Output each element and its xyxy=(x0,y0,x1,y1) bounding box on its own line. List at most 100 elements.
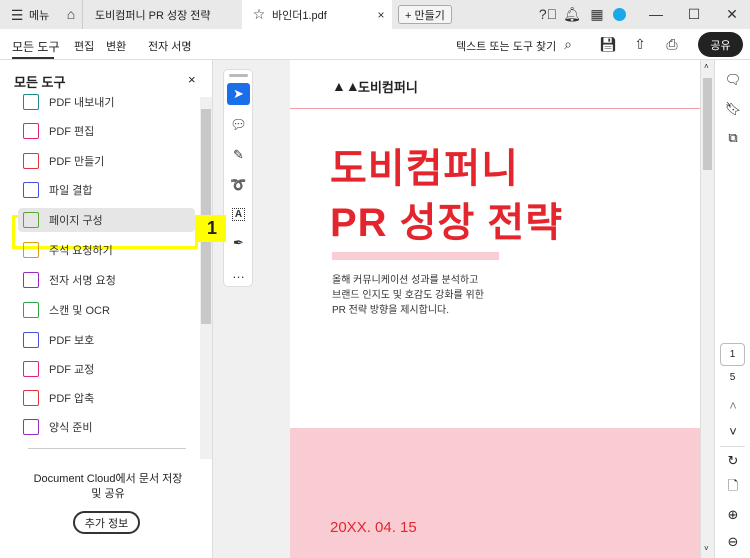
more-info-button[interactable]: 추가 정보 xyxy=(73,511,140,534)
fit-page-icon[interactable]: 🗋︎ xyxy=(724,478,742,497)
help-icon[interactable]: ?⃝ xyxy=(539,5,557,23)
drag-handle[interactable] xyxy=(229,74,248,77)
panel-title: 모든 도구 xyxy=(14,75,66,90)
tab-document[interactable]: 도비컴퍼니 PR 성장 전략 xyxy=(82,0,240,29)
star-icon[interactable]: ☆ xyxy=(250,6,268,24)
scan-ocr-icon xyxy=(23,302,39,318)
tool-item-request-esign[interactable]: 전자 서명 요청 xyxy=(18,268,195,292)
organize-pages-icon xyxy=(23,212,39,228)
scroll-up-icon[interactable]: ˄ xyxy=(704,62,709,71)
document-scrollbar-thumb[interactable] xyxy=(703,78,712,170)
tool-item-label: PDF 압축 xyxy=(49,393,95,405)
tool-item-label: PDF 편집 xyxy=(49,126,95,138)
tool-item-export-pdf[interactable]: PDF 내보내기 xyxy=(18,90,195,114)
request-esign-icon xyxy=(23,272,39,288)
doc-description: 올해 커뮤니케이션 성과를 분석하고 브랜드 인지도 및 호감도 강화를 위한 … xyxy=(332,273,484,318)
upload-cloud-icon[interactable]: ⇧ xyxy=(631,35,649,53)
maximize-icon[interactable]: ☐ xyxy=(685,5,703,23)
tool-item-compress-pdf[interactable]: PDF 압축 xyxy=(18,386,195,410)
desc-line: 올해 커뮤니케이션 성과를 분석하고 xyxy=(332,275,479,286)
scrollbar[interactable] xyxy=(200,97,212,459)
tool-item-label: PDF 내보내기 xyxy=(49,97,115,109)
tool-item-organize-pages[interactable]: 페이지 구성 xyxy=(18,208,195,232)
more-tools-icon[interactable]: … xyxy=(227,262,250,284)
right-panel: 🗨︎ 🔖︎ ⧉ 1 5 ˄ ˅ ↻ 🗋︎ ⊕ ⊖ xyxy=(714,60,750,558)
select-tool-icon[interactable]: ➤ xyxy=(227,83,250,105)
print-icon[interactable]: ⎙ xyxy=(663,35,681,53)
tab-bar: ☰ 메뉴 ⌂ 도비컴퍼니 PR 성장 전략 ☆ 바인더1.pdf × + 만들기 ?… xyxy=(0,0,750,29)
doc-date: 20XX. 04. 15 xyxy=(330,519,417,536)
tool-item-prepare-form[interactable]: 양식 준비 xyxy=(18,415,195,439)
search-tools[interactable]: 텍스트 또는 도구 찾기 xyxy=(456,38,556,54)
close-panel-icon[interactable]: × xyxy=(188,72,196,87)
scroll-down-icon[interactable]: ˅ xyxy=(704,544,709,553)
prepare-form-icon xyxy=(23,419,39,435)
menu-edit[interactable]: 편집 xyxy=(74,38,94,54)
company-name: 도비컴퍼니 xyxy=(358,80,418,95)
pink-band: 20XX. 04. 15 xyxy=(290,428,700,558)
pages-icon[interactable]: ⧉ xyxy=(724,129,742,147)
tool-item-combine-files[interactable]: 파일 결합 xyxy=(18,178,195,202)
doc-title-line1: 도비컴퍼니 xyxy=(330,147,519,191)
document-scrollbar[interactable]: ˄ ˅ xyxy=(700,60,714,558)
tool-item-protect-pdf[interactable]: PDF 보호 xyxy=(18,328,195,352)
quick-tools-bar: ➤ 💬︎ ✎ ➰ A ✒ … xyxy=(223,69,253,287)
search-icon[interactable]: ⌕ xyxy=(559,35,577,53)
desc-line: 브랜드 인지도 및 호감도 강화를 위한 xyxy=(332,290,484,301)
compress-pdf-icon xyxy=(23,390,39,406)
company-logo-icon: ▲▲ xyxy=(332,78,360,94)
zoom-in-icon[interactable]: ⊕ xyxy=(724,506,742,524)
total-pages: 5 xyxy=(729,372,736,383)
tool-item-request-comments[interactable]: 주석 요청하기 xyxy=(18,238,195,262)
step-badge: 1 xyxy=(198,215,226,242)
export-pdf-icon xyxy=(23,94,39,110)
tool-item-create-pdf[interactable]: PDF 만들기 xyxy=(18,149,195,173)
menu-esign[interactable]: 전자 서명 xyxy=(148,38,192,54)
divider xyxy=(720,446,745,447)
avatar[interactable] xyxy=(613,8,626,21)
request-comments-icon xyxy=(23,242,39,258)
menu-all-tools[interactable]: 모든 도구 xyxy=(12,38,60,55)
menu-bar: 모든 도구 편집 변환 전자 서명 텍스트 또는 도구 찾기 ⌕ 💾︎ ⇧ ⎙ … xyxy=(0,29,750,60)
combine-files-icon xyxy=(23,182,39,198)
tool-item-redact-pdf[interactable]: PDF 교정 xyxy=(18,357,195,381)
next-page-icon[interactable]: ˅ xyxy=(724,422,742,440)
apps-grid-icon[interactable]: ▦ xyxy=(588,5,606,23)
tool-item-label: 전자 서명 요청 xyxy=(49,275,116,287)
home-icon[interactable]: ⌂ xyxy=(62,5,80,23)
tool-item-label: 양식 준비 xyxy=(49,422,93,434)
tool-item-scan-ocr[interactable]: 스캔 및 OCR xyxy=(18,298,195,322)
comments-icon[interactable]: 🗨︎ xyxy=(724,71,742,89)
bell-icon[interactable]: 🔔︎ xyxy=(563,5,581,23)
new-tab-button[interactable]: + 만들기 xyxy=(398,5,452,24)
tool-item-label: PDF 교정 xyxy=(49,364,95,376)
menu-convert[interactable]: 변환 xyxy=(106,38,126,54)
hamburger-icon: ☰ xyxy=(10,6,24,23)
share-button[interactable]: 공유 xyxy=(698,32,743,57)
current-page-input[interactable]: 1 xyxy=(720,343,745,366)
bookmarks-icon[interactable]: 🔖︎ xyxy=(724,100,742,118)
active-underline xyxy=(12,57,54,59)
close-tab-icon[interactable]: × xyxy=(372,6,390,24)
minimize-icon[interactable]: — xyxy=(647,5,665,23)
edit-pdf-icon xyxy=(23,123,39,139)
sign-icon[interactable]: ✒ xyxy=(227,232,250,254)
add-comment-icon[interactable]: 💬︎ xyxy=(227,114,250,136)
protect-pdf-icon xyxy=(23,332,39,348)
tool-item-edit-pdf[interactable]: PDF 편집 xyxy=(18,119,195,143)
save-icon[interactable]: 💾︎ xyxy=(599,35,617,53)
desc-line: PR 전략 방향을 제시합니다. xyxy=(332,305,450,316)
tool-item-label: 주석 요청하기 xyxy=(49,245,113,257)
draw-lasso-icon[interactable]: ➰ xyxy=(227,174,250,196)
create-pdf-icon xyxy=(23,153,39,169)
prev-page-icon[interactable]: ˄ xyxy=(724,396,742,414)
rotate-icon[interactable]: ↻ xyxy=(724,452,742,470)
highlight-pen-icon[interactable]: ✎ xyxy=(227,144,250,166)
zoom-out-icon[interactable]: ⊖ xyxy=(724,533,742,551)
close-window-icon[interactable]: ✕ xyxy=(723,5,741,23)
cloud-text: Document Cloud에서 문서 저장 및 공유 xyxy=(33,473,183,500)
tool-item-label: PDF 보호 xyxy=(49,335,95,347)
tab-binder[interactable]: ☆ 바인더1.pdf × xyxy=(242,0,392,29)
menu-button[interactable]: ☰ 메뉴 xyxy=(8,6,50,24)
text-box-icon[interactable]: A xyxy=(227,203,250,225)
